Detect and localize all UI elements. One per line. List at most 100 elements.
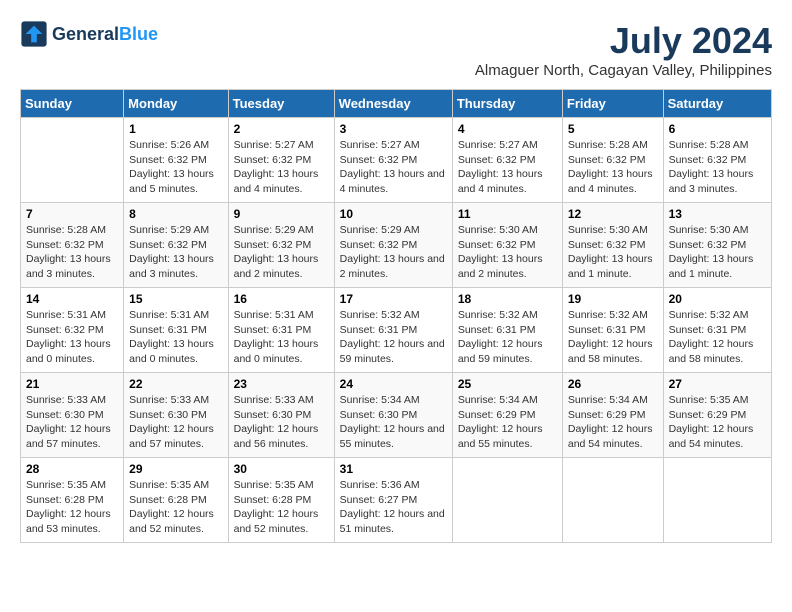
day-number: 2 (234, 122, 329, 136)
header: GeneralBlue July 2024 Almaguer North, Ca… (20, 20, 772, 79)
day-number: 3 (340, 122, 447, 136)
month-year-title: July 2024 (475, 20, 772, 62)
day-number: 14 (26, 292, 118, 306)
calendar-cell: 24 Sunrise: 5:34 AMSunset: 6:30 PMDayligh… (334, 373, 452, 458)
calendar-week-row: 21Sunrise: 5:33 AMSunset: 6:30 PMDayligh… (21, 373, 772, 458)
day-number: 11 (458, 207, 557, 221)
calendar-cell: 19 Sunrise: 5:32 AMSunset: 6:31 PMDayligh… (562, 288, 663, 373)
day-detail: Sunrise: 5:31 AMSunset: 6:32 PMDaylight:… (26, 308, 118, 367)
day-detail: Sunrise: 5:29 AMSunset: 6:32 PMDaylight:… (234, 223, 329, 282)
day-number: 23 (234, 377, 329, 391)
day-detail: Sunrise: 5:32 AMSunset: 6:31 PMDaylight:… (669, 308, 766, 367)
day-number: 18 (458, 292, 557, 306)
calendar-cell: 3 Sunrise: 5:27 AMSunset: 6:32 PMDaylight… (334, 118, 452, 203)
weekday-header-row: SundayMondayTuesdayWednesdayThursdayFrid… (21, 90, 772, 118)
day-detail: Sunrise: 5:28 AMSunset: 6:32 PMDaylight:… (26, 223, 118, 282)
day-number: 26 (568, 377, 658, 391)
calendar-cell (452, 458, 562, 543)
calendar-week-row: 7 Sunrise: 5:28 AMSunset: 6:32 PMDaylight… (21, 203, 772, 288)
day-detail: Sunrise: 5:33 AMSunset: 6:30 PMDaylight:… (234, 393, 329, 452)
day-detail: Sunrise: 5:32 AMSunset: 6:31 PMDaylight:… (340, 308, 447, 367)
calendar-cell: 4 Sunrise: 5:27 AMSunset: 6:32 PMDaylight… (452, 118, 562, 203)
calendar-cell: 25 Sunrise: 5:34 AMSunset: 6:29 PMDayligh… (452, 373, 562, 458)
day-number: 25 (458, 377, 557, 391)
calendar-cell: 12Sunrise: 5:30 AMSunset: 6:32 PMDayligh… (562, 203, 663, 288)
day-detail: Sunrise: 5:35 AMSunset: 6:28 PMDaylight:… (129, 478, 222, 537)
day-number: 28 (26, 462, 118, 476)
day-detail: Sunrise: 5:33 AMSunset: 6:30 PMDaylight:… (26, 393, 118, 452)
day-detail: Sunrise: 5:27 AMSunset: 6:32 PMDaylight:… (340, 138, 447, 197)
day-detail: Sunrise: 5:32 AMSunset: 6:31 PMDaylight:… (458, 308, 557, 367)
weekday-header-tuesday: Tuesday (228, 90, 334, 118)
day-number: 10 (340, 207, 447, 221)
calendar-cell (21, 118, 124, 203)
calendar-cell: 18 Sunrise: 5:32 AMSunset: 6:31 PMDayligh… (452, 288, 562, 373)
day-detail: Sunrise: 5:35 AMSunset: 6:29 PMDaylight:… (669, 393, 766, 452)
calendar-cell: 20Sunrise: 5:32 AMSunset: 6:31 PMDayligh… (663, 288, 771, 373)
day-detail: Sunrise: 5:29 AMSunset: 6:32 PMDaylight:… (340, 223, 447, 282)
day-number: 12 (568, 207, 658, 221)
day-detail: Sunrise: 5:31 AMSunset: 6:31 PMDaylight:… (129, 308, 222, 367)
weekday-header-wednesday: Wednesday (334, 90, 452, 118)
calendar-cell: 5 Sunrise: 5:28 AMSunset: 6:32 PMDaylight… (562, 118, 663, 203)
calendar-cell: 26 Sunrise: 5:34 AMSunset: 6:29 PMDayligh… (562, 373, 663, 458)
day-detail: Sunrise: 5:34 AMSunset: 6:29 PMDaylight:… (458, 393, 557, 452)
calendar-week-row: 14 Sunrise: 5:31 AMSunset: 6:32 PMDayligh… (21, 288, 772, 373)
calendar-cell: 8Sunrise: 5:29 AMSunset: 6:32 PMDaylight… (124, 203, 228, 288)
day-number: 24 (340, 377, 447, 391)
calendar-cell: 9 Sunrise: 5:29 AMSunset: 6:32 PMDaylight… (228, 203, 334, 288)
calendar-cell: 21Sunrise: 5:33 AMSunset: 6:30 PMDayligh… (21, 373, 124, 458)
day-detail: Sunrise: 5:28 AMSunset: 6:32 PMDaylight:… (568, 138, 658, 197)
day-number: 22 (129, 377, 222, 391)
day-number: 19 (568, 292, 658, 306)
calendar-week-row: 28 Sunrise: 5:35 AMSunset: 6:28 PMDayligh… (21, 458, 772, 543)
day-number: 15 (129, 292, 222, 306)
calendar-cell: 11Sunrise: 5:30 AMSunset: 6:32 PMDayligh… (452, 203, 562, 288)
logo-text: GeneralBlue (52, 24, 158, 45)
weekday-header-saturday: Saturday (663, 90, 771, 118)
weekday-header-friday: Friday (562, 90, 663, 118)
calendar-cell (562, 458, 663, 543)
day-number: 17 (340, 292, 447, 306)
calendar-cell: 14 Sunrise: 5:31 AMSunset: 6:32 PMDayligh… (21, 288, 124, 373)
day-detail: Sunrise: 5:29 AMSunset: 6:32 PMDaylight:… (129, 223, 222, 282)
day-detail: Sunrise: 5:28 AMSunset: 6:32 PMDaylight:… (669, 138, 766, 197)
day-detail: Sunrise: 5:30 AMSunset: 6:32 PMDaylight:… (669, 223, 766, 282)
day-number: 30 (234, 462, 329, 476)
day-detail: Sunrise: 5:34 AMSunset: 6:30 PMDaylight:… (340, 393, 447, 452)
weekday-header-monday: Monday (124, 90, 228, 118)
day-detail: Sunrise: 5:34 AMSunset: 6:29 PMDaylight:… (568, 393, 658, 452)
calendar-cell: 6Sunrise: 5:28 AMSunset: 6:32 PMDaylight… (663, 118, 771, 203)
day-detail: Sunrise: 5:26 AMSunset: 6:32 PMDaylight:… (129, 138, 222, 197)
calendar-cell: 1 Sunrise: 5:26 AMSunset: 6:32 PMDaylight… (124, 118, 228, 203)
calendar-cell: 15 Sunrise: 5:31 AMSunset: 6:31 PMDayligh… (124, 288, 228, 373)
day-detail: Sunrise: 5:27 AMSunset: 6:32 PMDaylight:… (234, 138, 329, 197)
day-detail: Sunrise: 5:27 AMSunset: 6:32 PMDaylight:… (458, 138, 557, 197)
general-blue-logo-icon (20, 20, 48, 48)
day-number: 13 (669, 207, 766, 221)
day-number: 29 (129, 462, 222, 476)
day-number: 9 (234, 207, 329, 221)
day-number: 1 (129, 122, 222, 136)
day-detail: Sunrise: 5:36 AMSunset: 6:27 PMDaylight:… (340, 478, 447, 537)
day-detail: Sunrise: 5:31 AMSunset: 6:31 PMDaylight:… (234, 308, 329, 367)
calendar-cell: 29 Sunrise: 5:35 AMSunset: 6:28 PMDayligh… (124, 458, 228, 543)
calendar-cell: 23 Sunrise: 5:33 AMSunset: 6:30 PMDayligh… (228, 373, 334, 458)
calendar-cell: 27Sunrise: 5:35 AMSunset: 6:29 PMDayligh… (663, 373, 771, 458)
weekday-header-thursday: Thursday (452, 90, 562, 118)
title-section: July 2024 Almaguer North, Cagayan Valley… (475, 20, 772, 79)
calendar-cell: 10 Sunrise: 5:29 AMSunset: 6:32 PMDayligh… (334, 203, 452, 288)
calendar-cell (663, 458, 771, 543)
day-number: 5 (568, 122, 658, 136)
calendar-table: SundayMondayTuesdayWednesdayThursdayFrid… (20, 89, 772, 543)
day-number: 4 (458, 122, 557, 136)
logo: GeneralBlue (20, 20, 158, 48)
day-detail: Sunrise: 5:33 AMSunset: 6:30 PMDaylight:… (129, 393, 222, 452)
day-number: 31 (340, 462, 447, 476)
calendar-cell: 31 Sunrise: 5:36 AMSunset: 6:27 PMDayligh… (334, 458, 452, 543)
calendar-week-row: 1 Sunrise: 5:26 AMSunset: 6:32 PMDaylight… (21, 118, 772, 203)
day-number: 7 (26, 207, 118, 221)
day-detail: Sunrise: 5:32 AMSunset: 6:31 PMDaylight:… (568, 308, 658, 367)
day-detail: Sunrise: 5:35 AMSunset: 6:28 PMDaylight:… (234, 478, 329, 537)
calendar-cell: 17 Sunrise: 5:32 AMSunset: 6:31 PMDayligh… (334, 288, 452, 373)
